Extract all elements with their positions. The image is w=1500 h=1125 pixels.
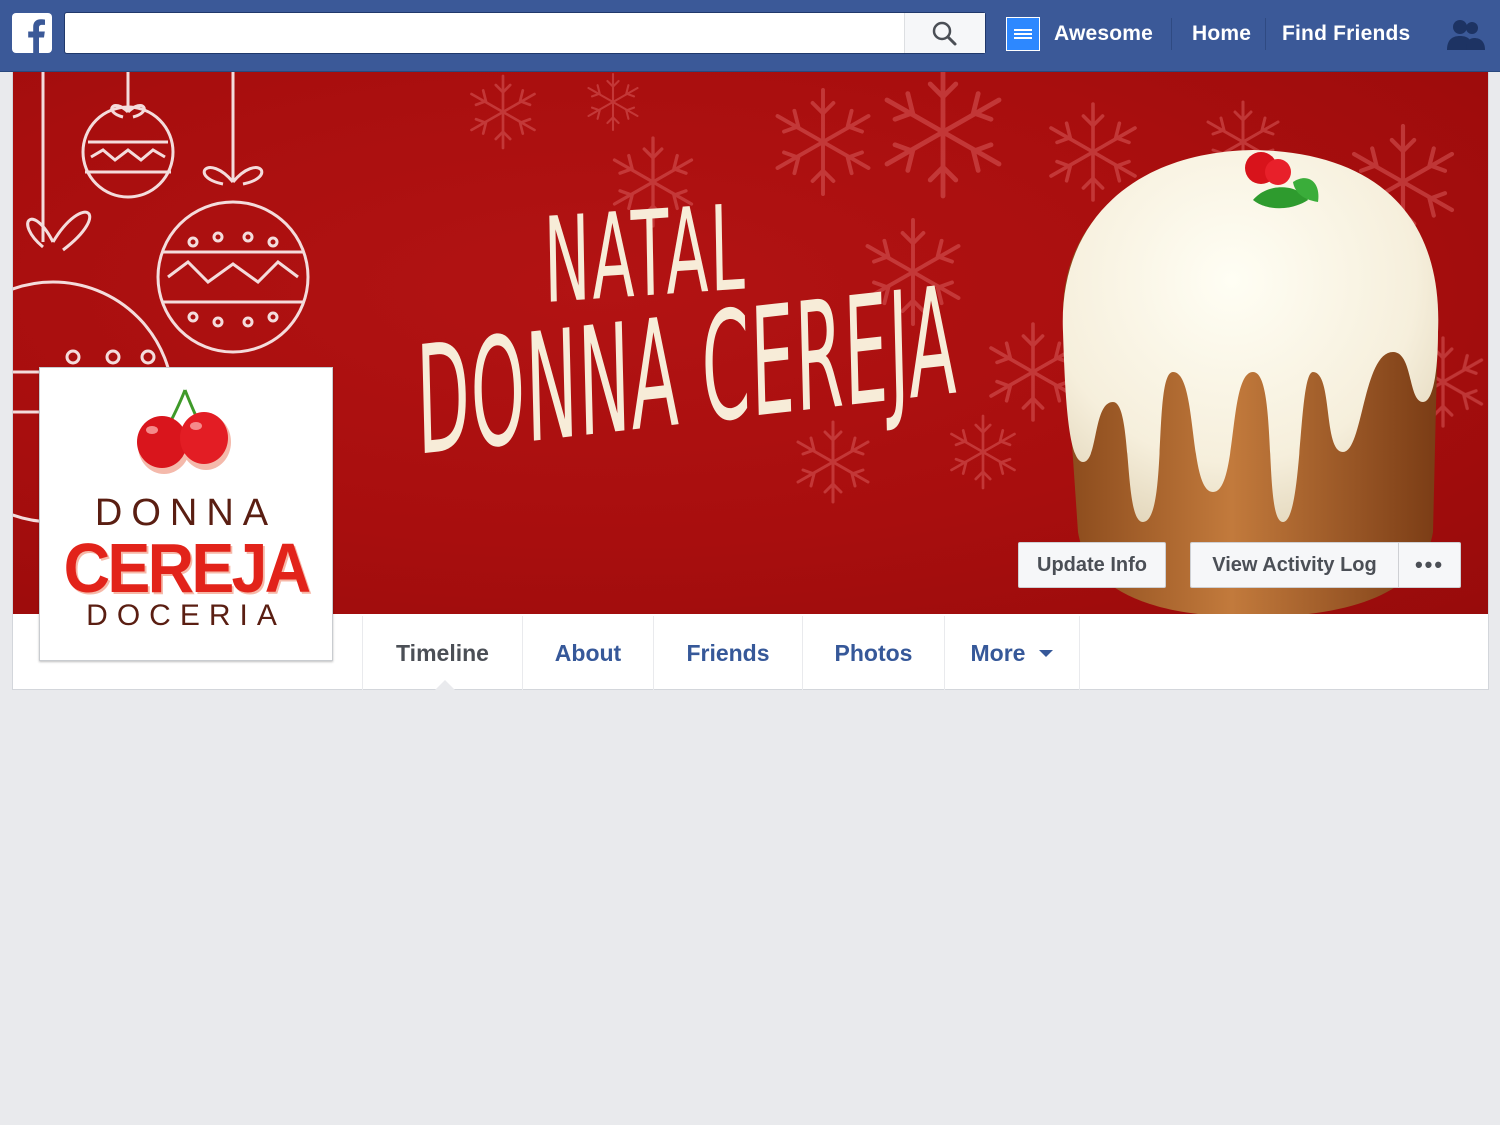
cover-title: NATAL DONNA CEREJA xyxy=(393,178,959,612)
logo-doceria: DOCERIA xyxy=(86,599,286,632)
home-link[interactable]: Home xyxy=(1192,22,1251,46)
tab-about[interactable]: About xyxy=(522,616,653,690)
search-icon xyxy=(932,21,957,46)
cover-actions: Update Info View Activity Log ••• xyxy=(1018,542,1461,588)
update-info-button[interactable]: Update Info xyxy=(1018,542,1166,588)
facebook-logo-icon[interactable] xyxy=(12,13,52,53)
find-friends-link[interactable]: Find Friends xyxy=(1282,22,1410,46)
more-options-button[interactable]: ••• xyxy=(1398,542,1461,588)
view-activity-log-button[interactable]: View Activity Log xyxy=(1190,542,1398,588)
tab-label: More xyxy=(970,639,1026,666)
tab-label: About xyxy=(554,639,622,666)
active-tab-indicator xyxy=(435,680,455,690)
tab-more[interactable]: More xyxy=(944,616,1080,690)
tab-friends[interactable]: Friends xyxy=(653,616,802,690)
tab-label: Friends xyxy=(686,639,770,666)
avatar xyxy=(1006,17,1040,51)
timeline-tabs: Timeline About Friends Photos More xyxy=(362,616,1080,690)
cover-title-line-2: DONNA CEREJA xyxy=(414,254,959,490)
friend-requests-icon[interactable] xyxy=(1446,18,1486,57)
tab-timeline[interactable]: Timeline xyxy=(362,616,522,690)
nav-divider xyxy=(1265,18,1266,50)
profile-name: Awesome xyxy=(1054,22,1154,45)
profile-link[interactable]: Awesome xyxy=(1006,16,1153,52)
nav-divider xyxy=(1171,18,1172,50)
search-box xyxy=(64,12,986,54)
top-navigation-bar: Awesome Home Find Friends xyxy=(0,0,1500,72)
profile-picture[interactable]: DONNA CEREJA DOCERIA xyxy=(39,367,333,661)
logo-cereja: CEREJA xyxy=(63,529,311,607)
search-button[interactable] xyxy=(904,13,985,53)
tab-label: Timeline xyxy=(396,639,489,666)
search-input[interactable] xyxy=(65,13,903,53)
chevron-down-icon xyxy=(1039,649,1054,657)
tab-label: Photos xyxy=(834,639,913,666)
cherry-logo-icon xyxy=(137,389,231,474)
tab-photos[interactable]: Photos xyxy=(802,616,944,690)
